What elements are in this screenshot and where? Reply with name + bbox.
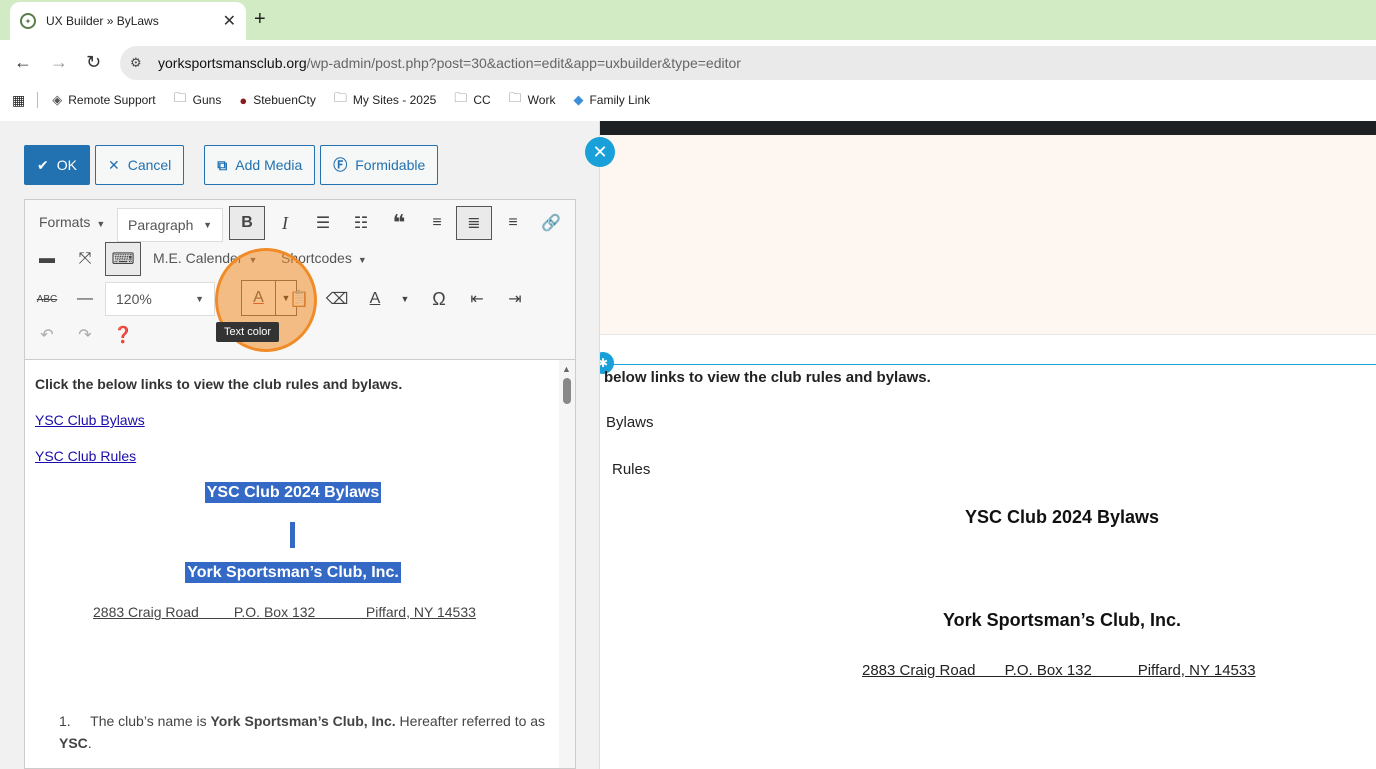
bold-button[interactable]: B xyxy=(229,206,265,240)
paragraph-select[interactable]: Paragraph ▼ xyxy=(117,208,223,242)
bookmark-work[interactable]: 🗀 Work xyxy=(509,89,556,111)
address-bar-row: ← → ↻ ⚙ yorksportsmansclub.org /wp-admin… xyxy=(0,40,1376,86)
align-center-icon[interactable]: ≣ xyxy=(456,206,492,240)
preview-heading-club-name: York Sportsman’s Club, Inc. xyxy=(942,610,1182,630)
scroll-thumb[interactable] xyxy=(563,378,571,404)
link-icon[interactable]: 🔗 xyxy=(533,206,569,240)
blockquote-icon[interactable]: ❝ xyxy=(381,206,417,240)
horizontal-line-icon[interactable]: — xyxy=(67,282,103,316)
editor-panel: ✔ OK ✕ Cancel ⧉ Add Media Ⓕ Formidable Forma… xyxy=(0,121,600,769)
heading-bylaws: YSC Club 2024 Bylaws xyxy=(204,482,382,503)
url-path: /wp-admin/post.php?post=30&action=edit&a… xyxy=(306,55,741,71)
chevron-down-icon: ▼ xyxy=(203,220,212,230)
chevron-down-icon: ▼ xyxy=(357,255,367,265)
clear-formatting-icon[interactable]: ⌫ xyxy=(319,282,355,316)
bookmark-separator xyxy=(37,92,39,108)
redo-icon[interactable]: ↷ xyxy=(67,318,103,352)
bylaws-link[interactable]: YSC Club Bylaws xyxy=(35,412,145,428)
preview-intro-text: below links to view the club rules and b… xyxy=(604,369,931,386)
add-media-button[interactable]: ⧉ Add Media xyxy=(204,145,316,185)
italic-button[interactable]: I xyxy=(267,206,303,240)
page-preview: ✱ below links to view the club rules and… xyxy=(600,121,1376,769)
ok-button[interactable]: ✔ OK xyxy=(24,145,90,185)
align-left-icon[interactable]: ≡ xyxy=(419,206,455,240)
remote-support-icon: ◈ xyxy=(52,92,63,107)
folder-icon: 🗀 xyxy=(508,90,522,105)
url-input[interactable]: ⚙ yorksportsmansclub.org /wp-admin/post.… xyxy=(120,46,1376,80)
rules-link[interactable]: YSC Club Rules xyxy=(35,448,136,464)
undo-icon[interactable]: ↶ xyxy=(29,318,65,352)
preview-rules-link[interactable]: Rules xyxy=(612,461,650,478)
cancel-button[interactable]: ✕ Cancel xyxy=(94,145,185,185)
preview-address-text: 2883 Craig Road P.O. Box 132 Piffard, NY… xyxy=(862,662,1256,679)
editor-content-area[interactable]: Click the below links to view the club r… xyxy=(24,359,576,769)
site-settings-icon[interactable]: ⚙ xyxy=(130,55,150,71)
address-text: 2883 Craig Road P.O. Box 132 Piffard, NY… xyxy=(93,604,476,620)
list-item: 1. The club’s name is York Sportsman’s C… xyxy=(59,713,546,751)
outdent-icon[interactable]: ⇤ xyxy=(459,282,495,316)
preview-header-bar xyxy=(600,121,1376,135)
align-right-icon[interactable]: ≡ xyxy=(495,206,531,240)
chevron-down-icon: ▼ xyxy=(195,294,204,304)
reload-icon[interactable]: ↻ xyxy=(86,52,101,73)
forward-icon[interactable]: → xyxy=(50,52,68,73)
bookmark-guns[interactable]: 🗀 Guns xyxy=(174,89,222,111)
preview-bylaws-link[interactable]: Bylaws xyxy=(606,414,654,431)
folder-icon: 🗀 xyxy=(454,90,468,105)
check-icon: ✔ xyxy=(37,156,49,173)
close-icon: ✕ xyxy=(107,156,120,173)
numbered-list-icon[interactable]: ☷ xyxy=(343,206,379,240)
read-more-icon[interactable]: ▬ xyxy=(29,242,65,276)
bookmark-cc[interactable]: 🗀 CC xyxy=(454,89,490,111)
font-size-select[interactable]: 120% ▼ xyxy=(105,282,215,316)
url-domain: yorksportsmansclub.org xyxy=(158,55,307,71)
bookmark-my-sites[interactable]: 🗀 My Sites - 2025 xyxy=(334,89,436,111)
family-link-icon: ◆ xyxy=(573,92,584,107)
stebuencty-icon: ● xyxy=(239,92,248,108)
strikethrough-icon[interactable]: ABC xyxy=(29,282,65,316)
folder-icon: 🗀 xyxy=(333,90,347,105)
bookmark-stebuencty[interactable]: ● StebuenCty xyxy=(239,93,316,108)
tooltip: Text color xyxy=(216,322,280,342)
editor-toolbar: Formats ▼ Paragraph ▼ B I ☰ ☷ ❝ ≡ ≣ ≡ 🔗 ▬ … xyxy=(24,199,576,359)
browser-tab[interactable]: ✦ UX Builder » ByLaws ✕ xyxy=(10,2,246,40)
chevron-down-icon[interactable]: ▼ xyxy=(387,282,423,316)
bullet-list-icon[interactable]: ☰ xyxy=(305,206,341,240)
selected-empty-line xyxy=(290,522,295,548)
new-tab-icon[interactable]: + xyxy=(254,8,266,31)
preview-hero-section xyxy=(600,135,1376,335)
formidable-icon: Ⓕ xyxy=(333,157,348,173)
back-icon[interactable]: ← xyxy=(14,52,32,73)
bookmarks-bar: ▦ ◈ Remote Support 🗀 Guns ● StebuenCty 🗀 My … xyxy=(0,86,1376,114)
chevron-down-icon: ▼ xyxy=(96,219,106,229)
indent-icon[interactable]: ⇥ xyxy=(497,282,533,316)
apps-grid-icon[interactable]: ▦ xyxy=(12,92,25,109)
browser-tab-bar: ✦ UX Builder » ByLaws ✕ + xyxy=(0,0,1376,40)
formats-menu[interactable]: Formats ▼ xyxy=(39,214,105,230)
formidable-button[interactable]: Ⓕ Formidable xyxy=(320,145,439,185)
intro-text: Click the below links to view the club r… xyxy=(35,376,403,392)
site-favicon-icon: ✦ xyxy=(20,13,36,29)
scroll-up-icon[interactable]: ▲ xyxy=(562,364,571,374)
preview-section-divider xyxy=(600,364,1376,365)
special-character-icon[interactable]: Ω xyxy=(421,282,457,316)
close-tab-icon[interactable]: ✕ xyxy=(223,11,236,31)
media-icon: ⧉ xyxy=(217,156,228,173)
bookmark-family-link[interactable]: ◆ Family Link xyxy=(573,92,650,108)
tab-title: UX Builder » ByLaws xyxy=(46,14,159,28)
preview-heading-bylaws: YSC Club 2024 Bylaws xyxy=(964,507,1160,527)
editor-action-buttons: ✔ OK ✕ Cancel ⧉ Add Media Ⓕ Formidable xyxy=(24,145,443,185)
close-panel-icon[interactable]: ✕ xyxy=(585,137,615,167)
bookmark-remote-support[interactable]: ◈ Remote Support xyxy=(52,92,155,108)
folder-icon: 🗀 xyxy=(173,90,187,105)
fullscreen-icon[interactable]: ⤧ xyxy=(67,242,103,276)
help-icon[interactable]: ❓ xyxy=(105,318,141,352)
content-scrollbar[interactable]: ▲ xyxy=(559,360,575,768)
heading-club-name: York Sportsman’s Club, Inc. xyxy=(185,562,401,583)
keyboard-icon[interactable]: ⌨ xyxy=(105,242,141,276)
